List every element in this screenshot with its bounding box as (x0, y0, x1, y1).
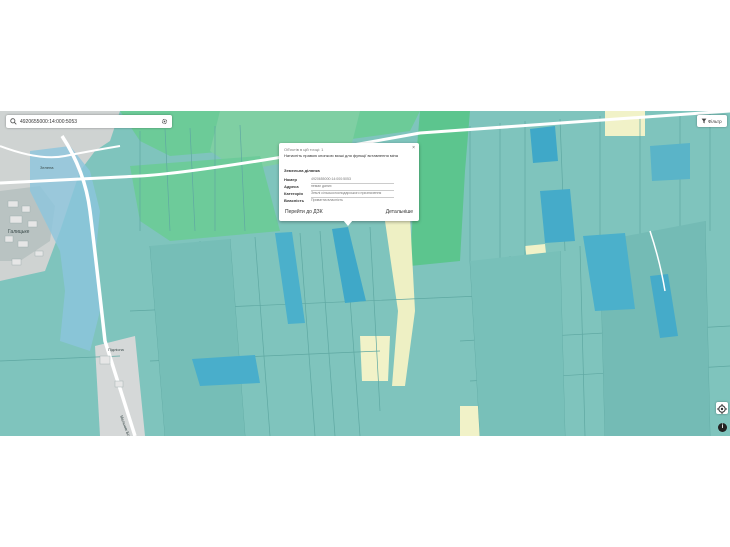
cream-strip-3 (605, 111, 645, 136)
filter-button[interactable]: Фільтр (697, 115, 727, 127)
info-icon[interactable]: i (718, 423, 727, 432)
field-value: Землі сільськогосподарського призначення (311, 191, 382, 195)
field-row-category: Категорія Землі сільськогосподарського п… (284, 191, 394, 198)
field-row-ownership: Власність Приватна власність (284, 198, 394, 205)
parcel-popup: Об'єктів в цій точці: 1 × Натисніть прав… (279, 143, 419, 226)
search-box[interactable]: 4920655000:14:000:5053 (6, 115, 172, 128)
parcel-blue-4 (540, 189, 575, 243)
field-value: немає даних (311, 184, 332, 188)
parcel-block-2 (470, 251, 565, 436)
field-key: Власність (284, 198, 305, 203)
parcel-blue-7 (650, 143, 690, 181)
section-title: Земельна ділянка (284, 168, 320, 173)
filter-label: Фільтр (708, 118, 722, 124)
field-row-address: Адреса немає даних (284, 184, 394, 191)
parcel-block-1 (150, 239, 245, 436)
field-key: Адреса (284, 184, 299, 189)
go-to-dzk-button[interactable]: Перейти до ДЗК (285, 209, 323, 215)
field-row-number: Номер 4920655000:14:000:5053 (284, 177, 394, 184)
close-icon[interactable]: × (412, 146, 415, 151)
popup-pointer (343, 220, 353, 226)
locate-icon (717, 404, 727, 414)
field-value: Приватна власність (311, 198, 343, 202)
search-icon (10, 118, 17, 125)
locate-button[interactable] (716, 402, 728, 414)
search-input[interactable]: 4920655000:14:000:5053 (20, 119, 77, 125)
parcel-blue-2 (192, 355, 260, 386)
road-label-2: Підлісна (108, 347, 125, 352)
field-key: Категорія (284, 191, 303, 196)
cream-patch (360, 336, 390, 381)
details-button[interactable]: Детальніше (386, 209, 413, 215)
road-label-1: Зелена (40, 165, 54, 170)
gear-icon[interactable] (161, 118, 168, 125)
parcel-blue-3 (530, 126, 558, 163)
objects-count-text: Об'єктів в цій точці: 1 (284, 147, 324, 152)
village-label: Галицьке (8, 229, 30, 235)
filter-icon (701, 118, 707, 124)
popup-hint: Натисніть правою кнопкою миші для функці… (284, 153, 398, 158)
field-value[interactable]: 4920655000:14:000:5053 (311, 177, 351, 182)
field-key: Номер (284, 177, 297, 182)
